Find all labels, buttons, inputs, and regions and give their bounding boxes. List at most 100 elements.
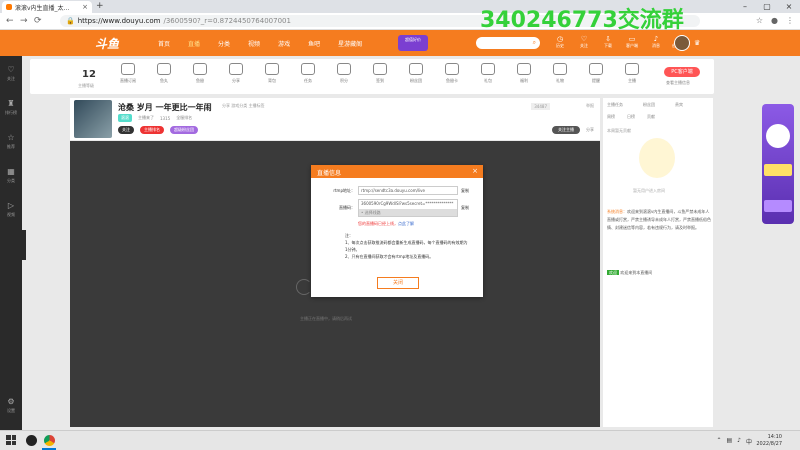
- clock[interactable]: 14:10 2022/8/27: [756, 434, 782, 448]
- gift-item-label: 积分: [340, 78, 348, 83]
- history-button[interactable]: ◷ 历史: [552, 35, 568, 49]
- badge-rank[interactable]: 主播排名: [140, 126, 164, 134]
- browser-tab[interactable]: 滚滚v内生直播_太... ×: [2, 1, 92, 13]
- nav-home[interactable]: 首页: [158, 39, 170, 48]
- nav-category[interactable]: 分类: [218, 39, 230, 48]
- chat-panel: 主播任务 粉丝团 贵宾 周榜 日榜 贡献 本周暂无贡献 暂无用户进入房间 系统消…: [603, 98, 713, 427]
- sidebar-item-rank[interactable]: ♜ 排行榜: [0, 90, 22, 124]
- tab-close-icon[interactable]: ×: [82, 3, 88, 11]
- dialog-header: 直播信息 ×: [311, 165, 483, 178]
- minimize-icon[interactable]: –: [734, 0, 756, 13]
- share-button[interactable]: 分享: [586, 127, 594, 133]
- follow-button[interactable]: ♡ 关注: [576, 35, 592, 49]
- copy-rtmp-button[interactable]: 复制: [461, 188, 469, 194]
- nav-video[interactable]: 视频: [248, 39, 260, 48]
- activity-button[interactable]: [764, 200, 792, 212]
- badge-fans[interactable]: 超级粉丝团: [170, 126, 198, 134]
- follow-streamer-button[interactable]: 关注主播: [552, 126, 580, 134]
- dialog-close-button[interactable]: 关闭: [377, 277, 419, 289]
- rtmp-field[interactable]: rtmp://sendtc3a.douyu.com/live: [358, 186, 458, 195]
- report-link[interactable]: 举报: [586, 103, 594, 109]
- promo-badge[interactable]: 超值好价: [398, 35, 428, 51]
- warning-text: 您的直播码已经上线，: [358, 221, 398, 226]
- tab-fans[interactable]: 粉丝团: [643, 102, 655, 108]
- back-icon[interactable]: ←: [6, 16, 14, 26]
- tab-anchor-task[interactable]: 主播任务: [607, 102, 623, 108]
- gift-item[interactable]: 任务: [290, 63, 326, 84]
- gift-item[interactable]: 签到: [362, 63, 398, 84]
- gift-item[interactable]: 礼物: [542, 63, 578, 84]
- windows-start-icon[interactable]: [6, 435, 16, 445]
- tab-vip[interactable]: 贵宾: [675, 102, 683, 108]
- copy-code-button[interactable]: 复制: [461, 205, 469, 211]
- gift-item-icon: [553, 63, 567, 75]
- gift-item[interactable]: 积分: [326, 63, 362, 84]
- chat-empty-text: 暂无用户进入房间: [633, 188, 665, 193]
- sidebar-item-follow[interactable]: ♡ 关注: [0, 56, 22, 90]
- streamer-avatar[interactable]: [74, 100, 112, 138]
- code-field[interactable]: 3600590rCg9WdlSI?ws5secret=*************…: [358, 199, 458, 217]
- nav-star[interactable]: 星游藏阁: [338, 39, 362, 48]
- right-rail: [714, 56, 800, 430]
- gift-item[interactable]: 鱼翅卡: [434, 63, 470, 84]
- browser-menu-icon[interactable]: ⋮: [786, 16, 794, 25]
- tab-day[interactable]: 日榜: [627, 114, 635, 120]
- chevron-up-icon[interactable]: ⌃: [716, 437, 721, 446]
- sidebar-item-settings[interactable]: ⚙ 设置: [0, 388, 22, 422]
- pc-client-sub[interactable]: 查看主播信息: [666, 80, 690, 86]
- line-select[interactable]: • 选择线路: [359, 209, 457, 216]
- dialog-close-icon[interactable]: ×: [472, 167, 478, 175]
- header-icons: ◷历史 ♡关注 ⇩下载 ▭客户端 ♪消息 ✎创作中心: [552, 35, 688, 49]
- gift-item-label: 福利: [520, 78, 528, 83]
- gear-icon: ⚙: [7, 396, 15, 406]
- sidebar-item-category[interactable]: ▦ 分类: [0, 158, 22, 192]
- forward-icon[interactable]: →: [20, 16, 28, 26]
- gift-item[interactable]: 粉丝团: [398, 63, 434, 84]
- sidebar-item-video[interactable]: ▷ 视频: [0, 192, 22, 226]
- window-close-icon[interactable]: ×: [778, 0, 800, 13]
- nav-live[interactable]: 直播: [188, 39, 200, 48]
- gift-item[interactable]: 提醒: [578, 63, 614, 84]
- gift-item-label: 礼物: [556, 78, 564, 83]
- video-hint: 主播正在直播中，请稍后再试: [300, 316, 352, 321]
- new-tab-icon[interactable]: +: [96, 1, 104, 11]
- gift-item[interactable]: 分享: [218, 63, 254, 84]
- learn-more-link[interactable]: 点此了解: [398, 221, 414, 226]
- user-avatar[interactable]: [674, 35, 690, 51]
- maximize-icon[interactable]: ▢: [756, 0, 778, 13]
- nav-game[interactable]: 游戏: [278, 39, 290, 48]
- douyu-logo[interactable]: 斗鱼: [95, 35, 141, 51]
- sidebar-item-recommend[interactable]: ☆ 推荐: [0, 124, 22, 158]
- client-button[interactable]: ▭ 客户端: [624, 35, 640, 49]
- profile-icon[interactable]: ●: [771, 16, 778, 25]
- tab-week[interactable]: 周榜: [607, 114, 615, 120]
- tab-contrib[interactable]: 贡献: [647, 114, 655, 120]
- gift-item[interactable]: 礼包: [470, 63, 506, 84]
- bookmark-star-icon[interactable]: ☆: [756, 16, 763, 25]
- activity-card[interactable]: [762, 104, 794, 224]
- gift-item[interactable]: 福利: [506, 63, 542, 84]
- gift-item[interactable]: 鱼翅: [182, 63, 218, 84]
- gift-item[interactable]: 鱼丸: [146, 63, 182, 84]
- pc-client-button[interactable]: PC客户端: [664, 67, 700, 77]
- download-button[interactable]: ⇩ 下载: [600, 35, 616, 49]
- vip-icon[interactable]: ♛: [694, 39, 700, 47]
- reload-icon[interactable]: ⟳: [34, 16, 42, 26]
- gift-item[interactable]: 直播订阅: [110, 63, 146, 84]
- taskbar-app-icon[interactable]: [26, 435, 37, 446]
- loading-spinner-icon: [296, 279, 312, 295]
- sidebar-collapse-handle[interactable]: [22, 230, 26, 260]
- search-icon[interactable]: ⌕: [533, 39, 536, 47]
- network-icon[interactable]: ▤: [726, 437, 732, 446]
- streamer-status: 主播来了: [138, 115, 154, 120]
- nav-yuba[interactable]: 鱼吧: [308, 39, 320, 48]
- message-button[interactable]: ♪ 消息: [648, 35, 664, 49]
- gift-item[interactable]: 主播: [614, 63, 650, 84]
- chrome-taskbar-icon[interactable]: [44, 435, 55, 446]
- volume-icon[interactable]: ♪: [737, 437, 741, 446]
- badge-follow[interactable]: 关注: [118, 126, 134, 134]
- ime-icon[interactable]: 中: [746, 437, 752, 446]
- search-input[interactable]: ⌕: [476, 37, 540, 49]
- gift-item[interactable]: 背包: [254, 63, 290, 84]
- heart-icon: ♡: [580, 35, 588, 43]
